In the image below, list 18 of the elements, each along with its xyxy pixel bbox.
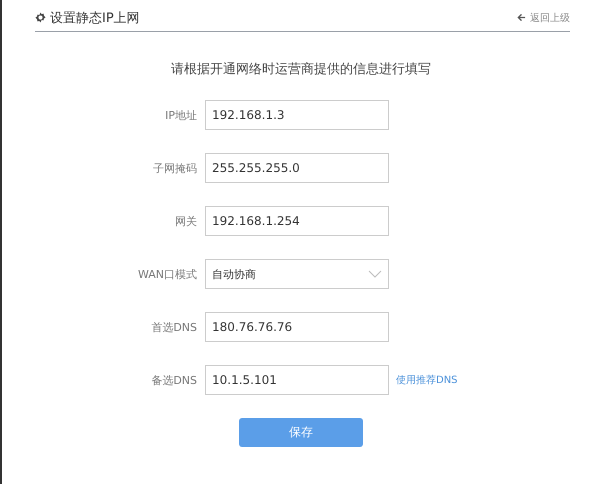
- back-link[interactable]: 返回上级: [517, 10, 570, 24]
- settings-icon: [35, 12, 46, 23]
- input-field[interactable]: 192.168.1.3: [205, 100, 389, 130]
- back-arrow-icon: [517, 13, 526, 22]
- page-title: 设置静态IP上网: [50, 10, 140, 26]
- field-label: WAN口模式: [136, 266, 198, 282]
- instruction-text: 请根据开通网络时运营商提供的信息进行填写: [170, 61, 432, 78]
- chevron-down-icon: [368, 270, 382, 278]
- field-label: 网关: [174, 214, 198, 228]
- input-field[interactable]: 180.76.76.76: [205, 312, 389, 342]
- input-field[interactable]: 192.168.1.254: [205, 206, 389, 236]
- field-label: 子网掩码: [152, 160, 198, 176]
- input-field[interactable]: 255.255.255.0: [205, 153, 389, 183]
- field-label: 备选DNS: [150, 372, 198, 388]
- mode-dropdown[interactable]: 自动协商: [205, 259, 389, 289]
- field-label: 首选DNS: [150, 320, 198, 334]
- field-label: IP地址: [164, 108, 198, 122]
- input-field[interactable]: 10.1.5.101: [205, 365, 389, 395]
